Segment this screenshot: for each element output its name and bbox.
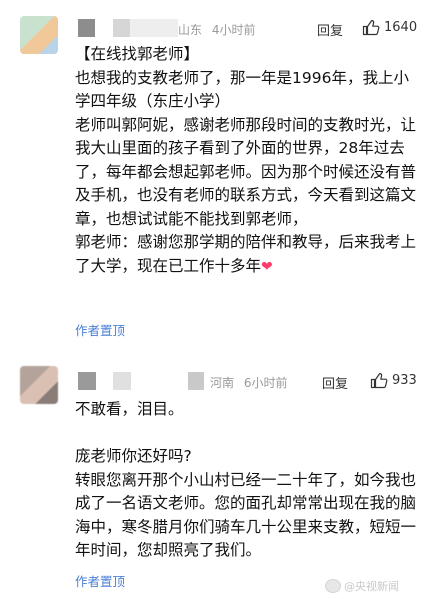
comment-paragraph: 也想我的支教老师了，那一年是1996年，我上小学四年级（东庄小学） [75,68,409,111]
comment-paragraph: 转眼您离开那个小山村已经一二十年了，如今我也成了一名语文老师。您的面孔却常常出现… [75,470,417,560]
weibo-logo-icon [325,579,341,593]
comment-paragraph: 庞老师你还好吗? [75,447,192,465]
comment-body: 不敢看，泪目。 庞老师你还好吗? 转眼您离开那个小山村已经一二十年了，如今我也成… [75,398,420,563]
author-pinned-badge: 作者置顶 [75,323,126,338]
like-count: 933 [392,373,417,388]
username-redacted [113,19,130,37]
username-redacted [130,19,178,37]
username-redacted [113,372,131,390]
watermark-text: @央视新闻 [344,580,399,593]
comment-paragraph-text: 郭老师：感谢您那学期的陪伴和教导，后来我考上了大学，现在已工作十多年 [75,233,417,275]
username-redacted [188,372,204,390]
comment-paragraph: 老师叫郭阿妮，感谢老师那段时间的支教时光，让我大山里面的孩子看到了外面的世界，2… [75,115,417,228]
reply-button[interactable]: 回复 [317,20,343,39]
watermark: @央视新闻 [325,578,399,594]
username-redacted[interactable] [78,19,95,37]
location: 河南 [210,376,235,390]
avatar[interactable] [20,16,58,54]
like-button[interactable]: 1640 [362,19,417,36]
comment-paragraph: 不敢看，泪目。 [75,400,184,418]
comment-heading: 【在线找郭老师】 [75,45,200,63]
timestamp: 6小时前 [243,376,288,390]
comment-body: 【在线找郭老师】 也想我的支教老师了，那一年是1996年，我上小学四年级（东庄小… [75,43,420,279]
location: 山东 [178,23,203,37]
reply-button[interactable]: 回复 [322,373,348,392]
heart-icon: ❤ [261,258,273,275]
like-count: 1640 [384,20,418,35]
thumbs-up-icon [362,19,380,36]
username-redacted[interactable] [78,372,96,390]
comment-paragraph: 郭老师：感谢您那学期的陪伴和教导，后来我考上了大学，现在已工作十多年❤ [75,231,420,279]
timestamp: 4小时前 [211,23,256,37]
comment-meta: 河南 6小时前 [210,374,287,391]
like-button[interactable]: 933 [370,372,417,389]
thumbs-up-icon [370,372,388,389]
comment-meta: 山东 4小时前 [178,21,255,38]
author-pinned-badge: 作者置顶 [75,574,126,589]
avatar[interactable] [20,366,58,404]
